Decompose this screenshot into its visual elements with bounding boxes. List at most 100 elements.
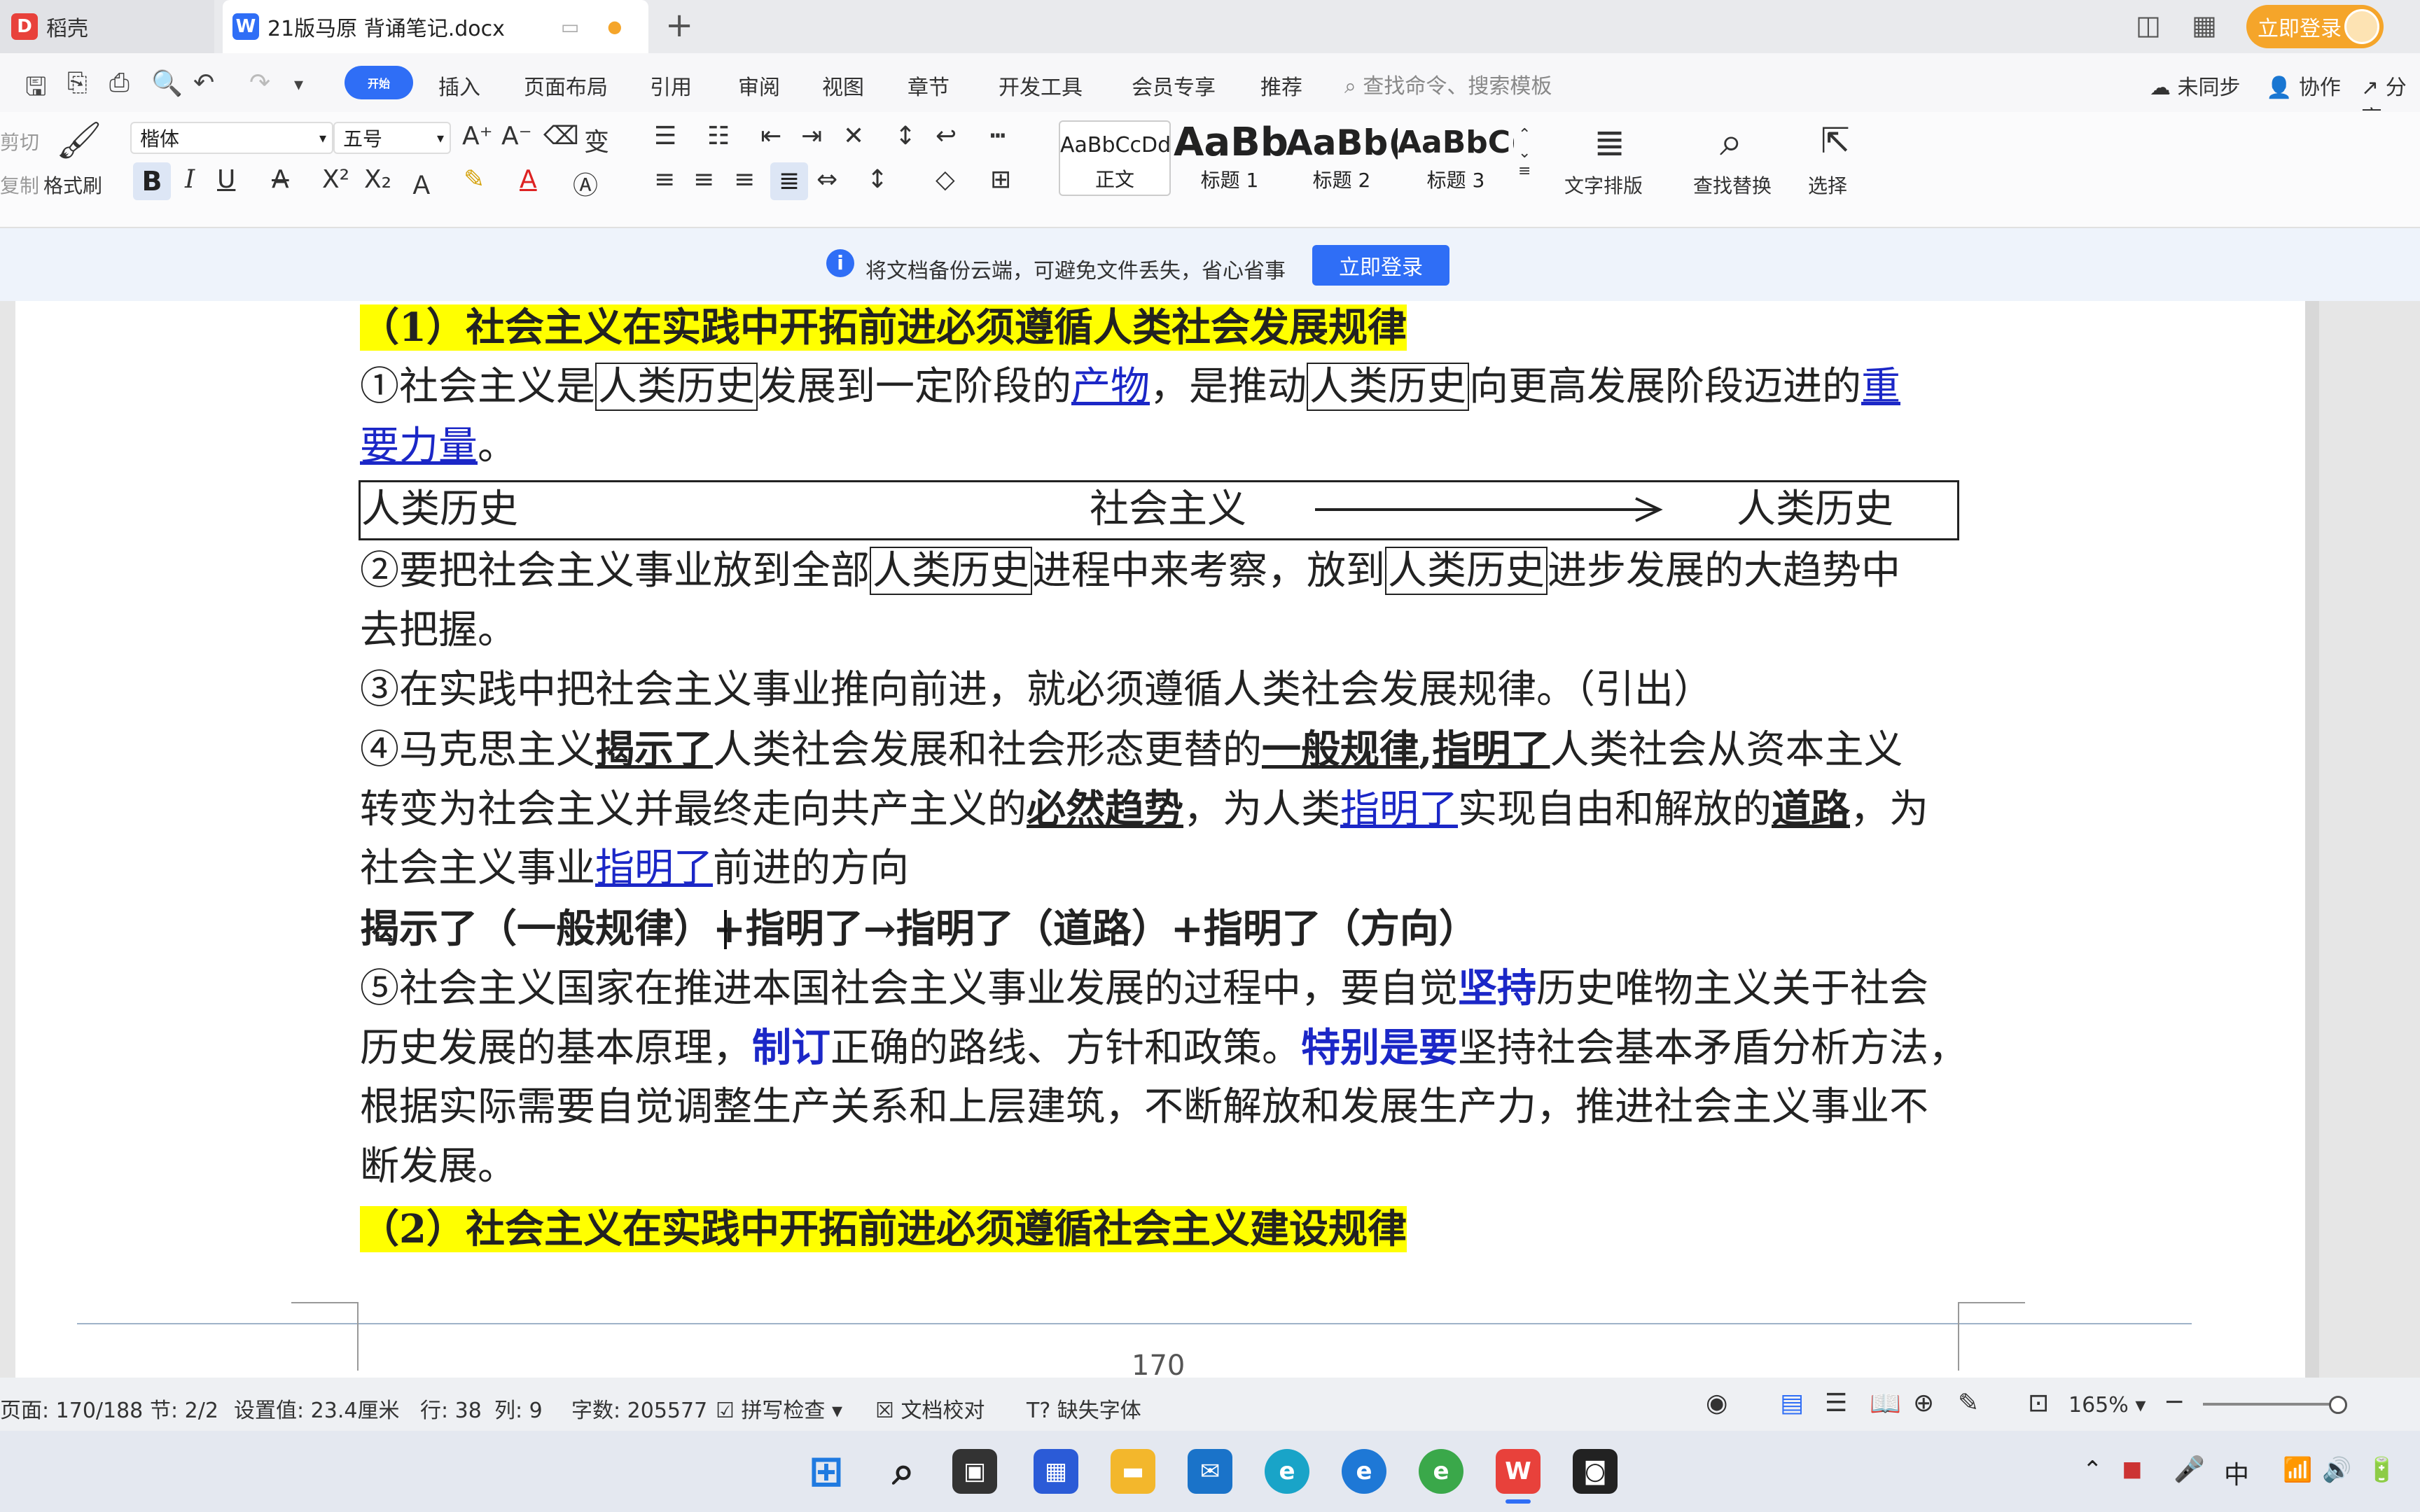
align-left-icon[interactable]: ≡	[654, 165, 675, 194]
styles-scroll-icon[interactable]: ⌃ ⌄ ≡	[1518, 126, 1531, 181]
edge-browser-icon[interactable]: e	[1265, 1449, 1309, 1494]
outline-view-icon[interactable]: ☰	[1825, 1389, 1847, 1418]
decrease-indent-icon[interactable]: ⇤	[760, 122, 781, 150]
green-browser-icon[interactable]: e	[1419, 1449, 1463, 1494]
style-normal[interactable]: AaBbCcDd 正文	[1059, 120, 1171, 196]
format-painter-label[interactable]: 格式刷	[43, 171, 102, 199]
superscript-button[interactable]: X²	[322, 165, 349, 194]
menu-page-layout[interactable]: 页面布局	[524, 70, 608, 101]
mail-icon[interactable]: ✉	[1188, 1449, 1232, 1494]
save-icon[interactable]: 🖫	[25, 69, 47, 111]
collab-button[interactable]: 👤 协作	[2266, 70, 2341, 101]
strikethrough-button[interactable]: A	[272, 165, 289, 194]
menu-view[interactable]: 视图	[822, 70, 864, 101]
show-marks-icon[interactable]: ↩	[936, 122, 957, 150]
shading-icon[interactable]: ◇	[936, 165, 955, 194]
store-icon[interactable]: ▦	[1034, 1449, 1078, 1494]
ie-browser-icon[interactable]: e	[1342, 1449, 1386, 1494]
notice-login-button[interactable]: 立即登录	[1312, 245, 1449, 286]
sort-icon[interactable]: ↕	[895, 122, 916, 150]
zoom-slider-handle[interactable]	[2329, 1396, 2347, 1414]
camera-app-icon[interactable]: ◙	[1573, 1449, 1618, 1494]
write-view-icon[interactable]: ✎	[1958, 1389, 1979, 1418]
phonetic-guide-icon[interactable]: 变	[584, 122, 609, 158]
text-layout-icon[interactable]: ≣	[1594, 120, 1625, 164]
find-replace-button[interactable]: 查找替换	[1693, 171, 1772, 199]
font-color-icon[interactable]: A	[520, 165, 537, 194]
format-painter-icon[interactable]: 🖌	[56, 119, 102, 162]
window-icon[interactable]: ▭	[561, 15, 579, 38]
word-count[interactable]: 字数: 205577	[571, 1393, 707, 1424]
copy-button[interactable]: 复制	[0, 171, 39, 199]
increase-indent-icon[interactable]: ⇥	[801, 122, 822, 150]
file-explorer-icon[interactable]: ▬	[1111, 1449, 1155, 1494]
clear-format-icon[interactable]: ⌫	[543, 122, 579, 150]
menu-review[interactable]: 审阅	[738, 70, 780, 101]
export-pdf-icon[interactable]: ⎘	[67, 69, 88, 98]
text-effect-icon[interactable]: Ａ	[409, 165, 434, 202]
font-family-select[interactable]: 楷体 ▾	[130, 122, 333, 154]
page-view-icon[interactable]: ▤	[1780, 1389, 1804, 1418]
menu-start[interactable]: 开始	[345, 66, 413, 99]
text-layout-button[interactable]: 文字排版	[1564, 171, 1643, 199]
menu-chapter[interactable]: 章节	[908, 70, 950, 101]
grow-font-icon[interactable]: A⁺	[462, 122, 493, 150]
doc-proofread-button[interactable]: ☒ 文档校对	[875, 1393, 985, 1424]
menu-insert[interactable]: 插入	[438, 70, 480, 101]
redo-icon[interactable]: ↷	[249, 69, 270, 97]
tray-expand-icon[interactable]: ⌃	[2082, 1456, 2103, 1484]
web-view-icon[interactable]: ⊕	[1913, 1389, 1934, 1418]
tab-document[interactable]: W 21版马原 背诵笔记.docx ▭ ●	[223, 0, 648, 53]
character-border-icon[interactable]: Ⓐ	[573, 165, 598, 202]
bullet-list-icon[interactable]: ☰	[654, 122, 676, 150]
zoom-level[interactable]: 165% ▾	[2068, 1393, 2146, 1418]
windows-start-icon[interactable]: ⊞	[804, 1447, 849, 1496]
microphone-icon[interactable]: 🎤	[2174, 1455, 2205, 1484]
align-right-icon[interactable]: ≡	[734, 165, 755, 194]
sync-status[interactable]: ☁ 未同步	[2150, 70, 2241, 101]
fit-page-icon[interactable]: ⊡	[2028, 1389, 2049, 1418]
chinese-layout-icon[interactable]: ✕	[843, 122, 864, 150]
missing-font-button[interactable]: T? 缺失字体	[1027, 1393, 1141, 1424]
undo-icon[interactable]: ↶	[193, 69, 214, 97]
menu-member[interactable]: 会员专享	[1132, 70, 1216, 101]
highlight-icon[interactable]: ✎	[464, 165, 485, 194]
menu-developer[interactable]: 开发工具	[999, 70, 1083, 101]
wifi-icon[interactable]: 📶	[2283, 1456, 2312, 1484]
login-button[interactable]: 立即登录	[2246, 5, 2384, 48]
cut-button[interactable]: 剪切	[0, 127, 39, 155]
zoom-slider[interactable]	[2203, 1403, 2336, 1406]
bold-button[interactable]: B	[133, 162, 171, 200]
font-size-select[interactable]: 五号 ▾	[333, 122, 451, 154]
tab-daoke[interactable]: D 稻壳	[0, 0, 214, 53]
menu-references[interactable]: 引用	[650, 70, 692, 101]
style-heading-1[interactable]: AaBb 标题 1	[1174, 120, 1288, 196]
spell-check-button[interactable]: ☑ 拼写检查 ▾	[716, 1393, 842, 1424]
style-heading-3[interactable]: AaBbC( 标题 3	[1398, 120, 1514, 196]
quick-access-more-icon[interactable]: ▾	[294, 74, 303, 95]
zoom-out-button[interactable]: −	[2164, 1387, 2185, 1416]
print-icon[interactable]: ⎙	[109, 69, 130, 98]
distributed-icon[interactable]: ⇔	[816, 165, 837, 194]
cursor-select-icon[interactable]: ⇱	[1821, 120, 1850, 161]
apps-grid-icon[interactable]: ▦	[2192, 10, 2217, 41]
borders-icon[interactable]: ⊞	[990, 165, 1011, 194]
underline-button[interactable]: U	[217, 165, 235, 194]
command-search[interactable]: ⌕ 查找命令、搜索模板	[1344, 69, 1552, 99]
tray-app-icon[interactable]: ◼	[2122, 1455, 2143, 1483]
menu-recommend[interactable]: 推荐	[1260, 70, 1302, 101]
search-icon[interactable]: ⌕	[881, 1448, 926, 1494]
style-heading-2[interactable]: AaBb( 标题 2	[1286, 120, 1398, 196]
justify-icon[interactable]: ≣	[770, 162, 808, 200]
find-icon[interactable]: ⌕	[1720, 118, 1742, 166]
italic-button[interactable]: I	[185, 165, 195, 194]
line-spacing-icon[interactable]: ↕	[867, 165, 888, 194]
page-indicator[interactable]: 页面: 170/188	[0, 1393, 143, 1424]
shrink-font-icon[interactable]: A⁻	[501, 122, 532, 150]
volume-icon[interactable]: 🔊	[2322, 1456, 2351, 1484]
eye-protect-icon[interactable]: ◉	[1706, 1389, 1727, 1418]
select-button[interactable]: 选择	[1808, 171, 1847, 199]
tab-stops-icon[interactable]: ┅	[990, 122, 1006, 150]
task-view-icon[interactable]: ▣	[952, 1449, 997, 1494]
new-tab-button[interactable]: +	[665, 6, 693, 45]
